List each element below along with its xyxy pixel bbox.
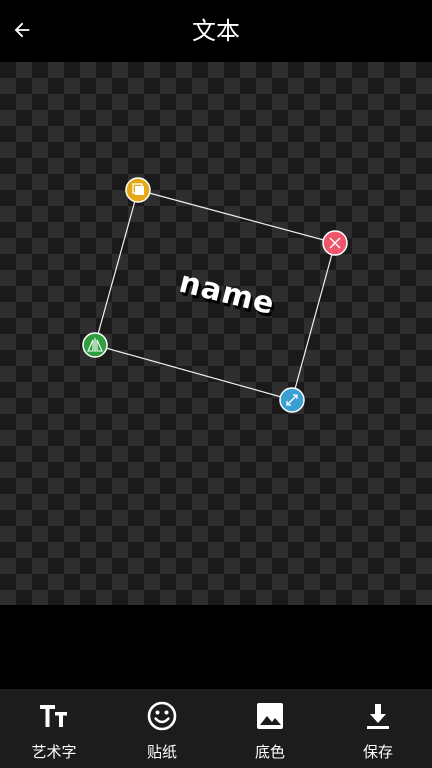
layer-handle[interactable] xyxy=(125,177,151,203)
save-label: 保存 xyxy=(362,743,393,761)
bottom-spacer xyxy=(0,605,432,689)
text-style-icon xyxy=(40,705,67,727)
sticker-button[interactable]: 贴纸 xyxy=(108,689,216,768)
image-icon xyxy=(257,703,283,729)
selection-frame xyxy=(94,189,336,401)
art-text-label: 艺术字 xyxy=(31,743,77,761)
background-color-button[interactable]: 底色 xyxy=(216,689,324,768)
smiley-icon xyxy=(147,701,177,731)
top-bar: 文本 xyxy=(0,0,432,62)
background-color-label: 底色 xyxy=(254,743,285,761)
bottom-toolbar: 艺术字 贴纸 底色 保存 xyxy=(0,689,432,768)
flip-handle[interactable] xyxy=(82,332,108,358)
sticker-label: 贴纸 xyxy=(146,743,177,761)
art-text-button[interactable]: 艺术字 xyxy=(0,689,108,768)
page-title: 文本 xyxy=(192,17,240,45)
delete-handle[interactable] xyxy=(322,230,348,256)
download-icon xyxy=(367,704,389,729)
resize-handle[interactable] xyxy=(279,387,305,413)
editor-canvas[interactable]: name xyxy=(0,62,432,605)
save-button[interactable]: 保存 xyxy=(324,689,432,768)
